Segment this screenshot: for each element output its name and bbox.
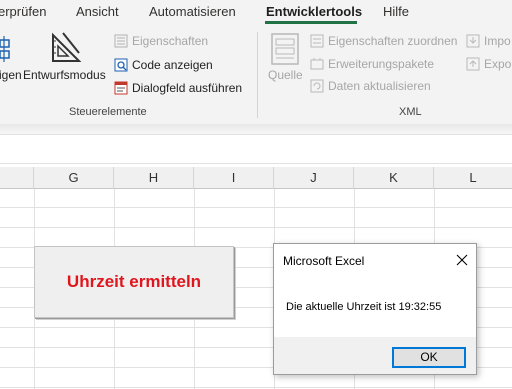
tab-ansicht[interactable]: Ansicht bbox=[76, 4, 119, 19]
xml-source-label: Quelle bbox=[268, 68, 303, 82]
refresh-data-icon bbox=[310, 79, 324, 93]
message-box: Microsoft Excel Die aktuelle Uhrzeit ist… bbox=[273, 243, 477, 375]
form-button-label: Uhrzeit ermitteln bbox=[66, 272, 202, 291]
column-header-k[interactable]: K bbox=[354, 167, 434, 189]
view-code-button[interactable]: Code anzeigen bbox=[132, 58, 213, 72]
run-dialog-icon[interactable] bbox=[114, 81, 128, 95]
import-label: Impo bbox=[484, 34, 511, 48]
dialog-message: Die aktuelle Uhrzeit ist 19:32:55 bbox=[286, 301, 442, 313]
dialog-title: Microsoft Excel bbox=[283, 254, 365, 268]
xml-source-icon bbox=[271, 33, 299, 65]
insert-control-icon[interactable] bbox=[0, 36, 14, 66]
map-properties-label: Eigenschaften zuordnen bbox=[328, 34, 458, 48]
active-tab-indicator bbox=[265, 21, 357, 24]
tab-hilfe[interactable]: Hilfe bbox=[383, 4, 409, 19]
run-dialog-button[interactable]: Dialogfeld ausführen bbox=[132, 81, 242, 95]
column-header-i[interactable]: I bbox=[194, 167, 274, 189]
column-header-l[interactable]: L bbox=[434, 167, 512, 189]
ribbon-shadow bbox=[0, 124, 512, 134]
properties-icon bbox=[114, 34, 128, 48]
expansion-packs-icon bbox=[310, 58, 324, 70]
design-mode-label[interactable]: Entwurfsmodus bbox=[23, 68, 106, 82]
refresh-data-label: Daten aktualisieren bbox=[328, 79, 431, 93]
steuerelemente-group-label: Steuerelemente bbox=[69, 106, 147, 118]
export-icon bbox=[466, 57, 480, 71]
ok-button[interactable]: OK bbox=[392, 347, 466, 368]
close-icon[interactable] bbox=[454, 252, 470, 268]
import-icon bbox=[466, 34, 480, 48]
map-properties-icon bbox=[310, 34, 324, 48]
properties-label: Eigenschaften bbox=[132, 34, 209, 48]
tab-entwicklertools[interactable]: Entwicklertools bbox=[266, 4, 362, 19]
tab-ueberpruefen[interactable]: erprüfen bbox=[0, 4, 46, 19]
ribbon-tab-bar: erprüfen Ansicht Automatisieren Entwickl… bbox=[0, 0, 512, 26]
tab-automatisieren[interactable]: Automatisieren bbox=[149, 4, 236, 19]
uhrzeit-ermitteln-button[interactable]: Uhrzeit ermitteln bbox=[34, 246, 234, 318]
column-header-j[interactable]: J bbox=[274, 167, 354, 189]
dialog-footer: OK bbox=[274, 337, 476, 374]
column-header-h[interactable]: H bbox=[114, 167, 194, 189]
xml-group-label: XML bbox=[399, 106, 422, 118]
export-label: Expo bbox=[484, 57, 512, 71]
column-header-partial[interactable] bbox=[0, 167, 34, 189]
group-separator bbox=[257, 32, 258, 118]
formula-bar-area[interactable] bbox=[0, 134, 512, 164]
view-code-icon[interactable] bbox=[114, 58, 128, 72]
column-header-g[interactable]: G bbox=[34, 167, 114, 189]
design-mode-icon[interactable] bbox=[49, 31, 83, 65]
ribbon-body: igen Entwurfsmodus Eigenschaften Code an… bbox=[0, 26, 512, 124]
insert-control-label[interactable]: igen bbox=[0, 68, 22, 82]
expansion-packs-label: Erweiterungspakete bbox=[328, 57, 435, 71]
